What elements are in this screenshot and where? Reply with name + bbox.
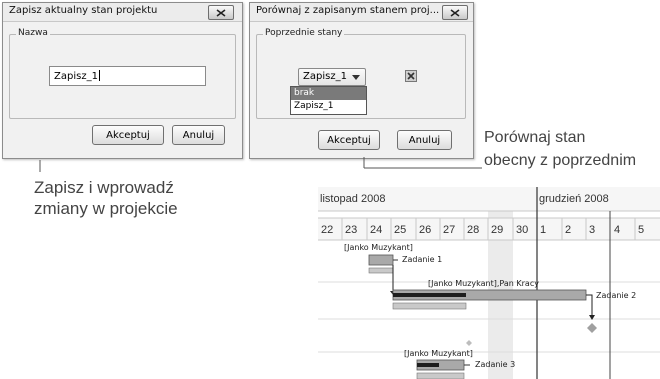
day-label: 1 [540, 224, 547, 236]
day-label: 3 [589, 224, 596, 236]
task2-name-label: Zadanie 2 [596, 291, 637, 300]
previous-states-label: Poprzednie stany [263, 28, 345, 38]
milestone-diamond-small [466, 340, 472, 346]
close-icon [216, 8, 226, 17]
compare-caption-line1: Porównaj stan [484, 129, 586, 146]
task2-resource-label: [Janko Muzykant],Pan Kracy [428, 279, 539, 288]
task1-name-label: Zadanie 1 [402, 255, 443, 264]
accept-button[interactable]: Akceptuj [92, 125, 164, 145]
text-caret [98, 70, 100, 81]
previous-states-select[interactable]: Zapisz_1 [298, 68, 366, 86]
dropdown-option-zapisz-1[interactable]: Zapisz_1 [291, 100, 366, 113]
close-icon [450, 8, 460, 17]
snapshot-name-value: Zapisz_1 [54, 71, 98, 82]
delete-icon [407, 72, 415, 80]
month-label-december: grudzień 2008 [539, 193, 609, 205]
day-label: 24 [370, 224, 383, 236]
task3-name-label: Zadanie 3 [475, 360, 516, 369]
accept-button[interactable]: Akceptuj [318, 130, 380, 150]
chevron-down-icon [352, 75, 360, 80]
compare-caption-line2: obecny z poprzednim [484, 152, 637, 169]
milestone-diamond [587, 323, 597, 333]
task2-link-arrow [586, 294, 593, 318]
day-label: 22 [321, 224, 334, 236]
name-groupbox: Nazwa Zapisz_1 [9, 28, 236, 119]
task3-baseline-bar [416, 372, 465, 379]
snapshot-name-input[interactable]: Zapisz_1 [49, 66, 206, 86]
close-button[interactable] [208, 5, 234, 20]
day-label: 30 [516, 224, 529, 236]
day-label: 4 [614, 224, 621, 236]
cancel-button[interactable]: Anuluj [172, 125, 225, 145]
day-label: 23 [345, 224, 358, 236]
day-label: 29 [491, 224, 504, 236]
day-label: 5 [638, 224, 645, 236]
task2-progress [393, 293, 466, 297]
close-button[interactable] [442, 5, 468, 20]
cancel-button[interactable]: Anuluj [397, 130, 452, 150]
task2-baseline-bar [392, 302, 467, 310]
month-label-november: listopad 2008 [320, 193, 386, 205]
task1-bar [368, 254, 394, 266]
day-label: 25 [394, 224, 407, 236]
dialog-title: Zapisz aktualny stan projektu [9, 5, 158, 16]
save-caption-line1: Zapisz i wprowadź [34, 178, 174, 197]
task3-progress [417, 363, 439, 367]
name-group-label: Nazwa [16, 28, 50, 38]
gantt-chart: listopad 2008 grudzień 2008 22 23 24 25 … [318, 187, 660, 379]
previous-states-dropdown: brak Zapisz_1 [290, 86, 367, 115]
compare-saved-state-dialog: Porównaj z zapisanym stanem proj... Popr… [249, 2, 474, 159]
task1-baseline-bar [368, 267, 394, 274]
day-label: 2 [565, 224, 572, 236]
dialog-titlebar: Porównaj z zapisanym stanem proj... [250, 3, 473, 22]
dialog-titlebar: Zapisz aktualny stan projektu [3, 3, 242, 22]
day-label: 26 [419, 224, 432, 236]
day-label: 28 [467, 224, 480, 236]
task1-resource-label: [Janko Muzykant] [344, 243, 413, 252]
save-project-state-dialog: Zapisz aktualny stan projektu Nazwa Zapi… [2, 2, 243, 159]
dropdown-option-brak[interactable]: brak [291, 87, 366, 100]
task3-resource-label: [Janko Muzykant] [404, 349, 473, 358]
delete-state-button[interactable] [405, 70, 417, 82]
dialog-title: Porównaj z zapisanym stanem proj... [256, 5, 440, 16]
day-label: 27 [443, 224, 456, 236]
selected-state-value: Zapisz_1 [303, 71, 347, 82]
save-caption-line2: zmiany w projekcie [34, 199, 178, 218]
